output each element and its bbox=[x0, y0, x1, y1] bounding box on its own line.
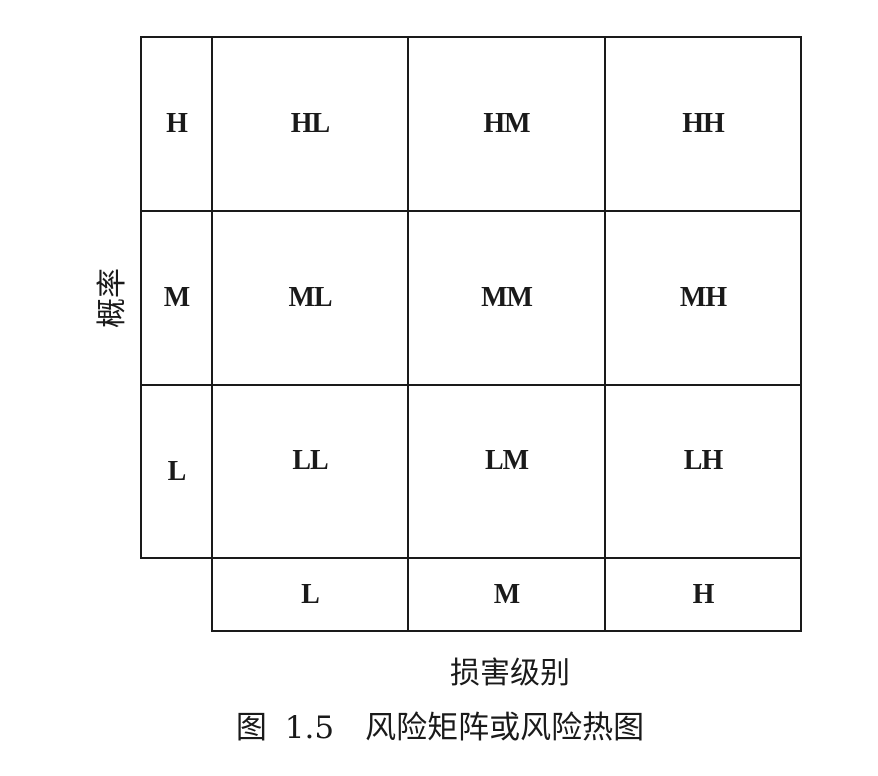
cell-ml: ML bbox=[288, 282, 332, 313]
row-header-high: H bbox=[166, 108, 188, 139]
cell-ll: LL bbox=[292, 445, 328, 476]
cell-lh: LH bbox=[683, 445, 723, 476]
grid-line-bottom bbox=[212, 630, 802, 632]
cell-lm: LM bbox=[484, 445, 529, 476]
grid-line-right bbox=[800, 36, 802, 632]
cell-mh: MH bbox=[679, 282, 727, 313]
row-header-low: L bbox=[167, 455, 187, 487]
cell-hh: HH bbox=[682, 108, 725, 139]
cell-hl: HL bbox=[290, 108, 330, 139]
column-header-high: H bbox=[692, 578, 715, 610]
row-header-medium: M bbox=[163, 282, 190, 313]
column-header-low: L bbox=[301, 578, 320, 610]
probability-axis-label: 概率 bbox=[95, 268, 130, 328]
severity-axis-label: 损害级别 bbox=[450, 656, 570, 691]
column-header-medium: M bbox=[493, 578, 520, 610]
cell-mm: MM bbox=[481, 282, 533, 313]
cell-hm: HM bbox=[483, 108, 530, 139]
figure-caption: 图 1.5 风险矩阵或风险热图 bbox=[235, 710, 645, 746]
